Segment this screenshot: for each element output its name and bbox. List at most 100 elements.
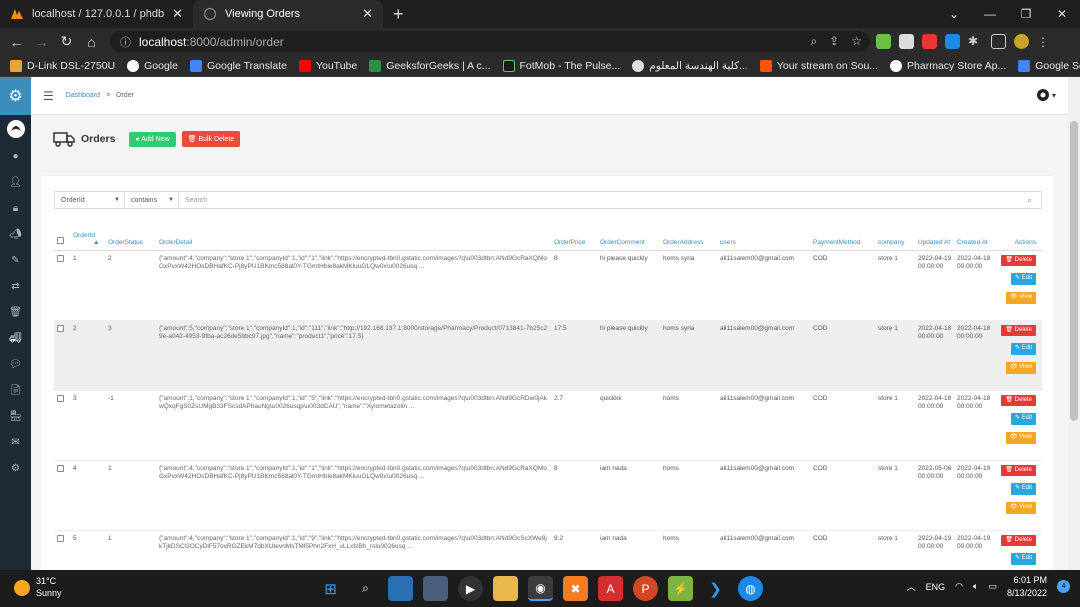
edit-button[interactable]: ✎ Edit [1010,273,1036,286]
scrollbar-thumb[interactable] [1070,121,1078,421]
xampp-icon[interactable]: ✖ [563,576,588,601]
vscode-icon[interactable]: ❯ [703,576,728,601]
sidebar-item-settings[interactable]: ⚙ [0,455,31,481]
bookmark[interactable]: Google Scholar [1018,59,1080,72]
file-explorer-icon[interactable] [493,576,518,601]
view-button[interactable]: 👁 View [1005,362,1036,374]
pdf-icon[interactable]: A [598,576,623,601]
settings-app-icon[interactable] [423,576,448,601]
edit-button[interactable]: ✎ Edit [1010,343,1036,356]
edit-button[interactable]: ✎ Edit [1010,413,1036,426]
filter-field-select[interactable]: OrderId ▼ [55,192,125,208]
extension-icon[interactable] [876,34,891,49]
select-all-checkbox[interactable] [57,236,64,244]
col-orderid[interactable]: OrderId ▲ [70,224,105,251]
close-icon[interactable]: ✕ [172,6,183,22]
col-created-at[interactable]: Created At [954,224,996,251]
sidebar-item-inbox[interactable]: ✉ [0,429,31,455]
edit-button[interactable]: ✎ Edit [1010,553,1036,566]
start-icon[interactable]: ⊞ [318,576,343,601]
language-indicator[interactable]: ENG [926,582,946,592]
bookmark[interactable]: D-Link DSL-2750U [10,59,115,72]
search-icon[interactable]: ⌕ [1027,195,1041,206]
page-scrollbar[interactable] [1068,77,1080,570]
table-row[interactable]: 2 3 {"amount":5,"company":"store 1","compa… [54,320,1042,391]
info-icon[interactable]: ⓘ [120,34,131,50]
row-checkbox[interactable] [57,534,64,542]
reload-icon[interactable]: ↻ [54,33,79,50]
browser-tab[interactable]: localhost / 127.0.0.1 / phdb / pro ✕ [0,0,193,28]
address-bar[interactable]: ⓘ localhost:8000/admin/order ⌕ ⇪ ☆ [110,31,870,52]
volume-icon[interactable]: 🔈︎ [973,581,978,592]
notification-badge[interactable]: 4 [1057,580,1070,594]
sidebar-item-comments[interactable]: 💬︎ [0,351,31,377]
row-checkbox[interactable] [57,324,64,332]
clock[interactable]: 6:01 PM 8/13/2022 [1007,574,1047,599]
share-icon[interactable]: ⇪ [829,34,839,49]
extension-icon[interactable] [899,34,914,49]
bookmark[interactable]: Google [127,59,178,72]
bookmark[interactable]: Your stream on Sou... [759,59,878,72]
bulk-delete-button[interactable]: 🗑 Bulk Delete [181,131,241,147]
table-row[interactable]: 3 -1 {"amount":1,"company":"store 1","comp… [54,390,1042,461]
settings-icon[interactable]: ⚙ [0,77,31,115]
user-menu[interactable]: ▾ [1036,89,1056,101]
sidebar-item-users[interactable]: 👤︎ [0,169,31,195]
col-orderdetail[interactable]: OrderDetail [156,224,551,251]
star-icon[interactable]: ☆ [851,34,862,49]
media-player-icon[interactable]: ▶ [458,576,483,601]
menu-toggle-icon[interactable]: ☰ [43,89,54,103]
minimize-icon[interactable]: — [972,0,1008,28]
view-button[interactable]: 👁 View [1005,292,1036,304]
chrome-icon[interactable]: ◉ [528,576,553,601]
extension-icon[interactable] [945,34,960,49]
delete-button[interactable]: 🗑 Delete [1001,464,1036,477]
sidebar-item-orders[interactable]: 🚚︎ [0,325,31,351]
add-new-button[interactable]: ● Add New [129,131,176,147]
git-icon[interactable]: ⚡ [668,576,693,601]
bookmark[interactable]: Pharmacy Store Ap... [890,59,1006,72]
restore-icon[interactable]: ❐ [1008,0,1044,28]
sidebar-item-pages[interactable]: 📄︎ [0,377,31,403]
col-orderaddress[interactable]: OrderAddress [660,224,717,251]
col-users[interactable]: users [717,224,810,251]
sidebar-item-stores[interactable]: 🏪︎ [0,403,31,429]
sidebar-item-transfers[interactable]: ⇄ [0,273,31,299]
close-icon[interactable]: ✕ [362,6,373,22]
row-checkbox[interactable] [57,254,64,262]
table-row[interactable]: 1 2 {"amount":4,"company":"store 1","compa… [54,250,1042,321]
bookmark[interactable]: Google Translate [189,59,287,72]
chevron-up-icon[interactable]: ︿ [907,580,916,593]
sidebar-item-products[interactable]: ✎ [0,247,31,273]
powerpoint-icon[interactable]: P [633,576,658,601]
forward-icon[interactable]: → [29,34,54,50]
col-orderprice[interactable]: OrderPrice [551,224,597,251]
sidepanel-icon[interactable] [991,34,1006,49]
bookmark[interactable]: YouTube [298,59,357,72]
delete-button[interactable]: 🗑 Delete [1001,254,1036,267]
col-orderstatus[interactable]: OrderStatus [105,224,156,251]
browser-tab-active[interactable]: Viewing Orders ✕ [193,0,383,28]
wifi-icon[interactable]: ◠ [955,581,963,592]
view-button[interactable]: 👁 View [1005,432,1036,444]
search-input[interactable]: Search [179,197,1027,204]
chevron-down-icon[interactable]: ⌄ [936,0,972,28]
puzzle-icon[interactable]: ✱ [968,34,983,49]
close-window-icon[interactable]: ✕ [1044,0,1080,28]
sidebar-item-marketing[interactable]: 📣︎ [0,221,31,247]
menu-dots-icon[interactable]: ⋮ [1037,35,1049,49]
bookmark[interactable]: GeeksforGeeks | A c... [369,59,491,72]
table-row[interactable]: 4 1 {"amount":4,"company":"store 1","compa… [54,460,1042,531]
weather-widget[interactable]: 31°C Sunny [14,576,62,599]
col-company[interactable]: company [875,224,915,251]
search-icon[interactable]: ⌕ [353,576,378,601]
extension-icon[interactable] [922,34,937,49]
bookmark[interactable]: FotMob - The Pulse... [502,59,620,72]
delete-button[interactable]: 🗑 Delete [1001,534,1036,547]
zoom-search-icon[interactable]: ⌕ [810,34,817,49]
sidebar-item-trash[interactable]: 🗑︎ [0,299,31,325]
col-updated-at[interactable]: Updated At [915,224,954,251]
breadcrumb-dashboard[interactable]: Dashboard [66,92,100,99]
photos-icon[interactable] [388,576,413,601]
delete-button[interactable]: 🗑 Delete [1001,324,1036,337]
